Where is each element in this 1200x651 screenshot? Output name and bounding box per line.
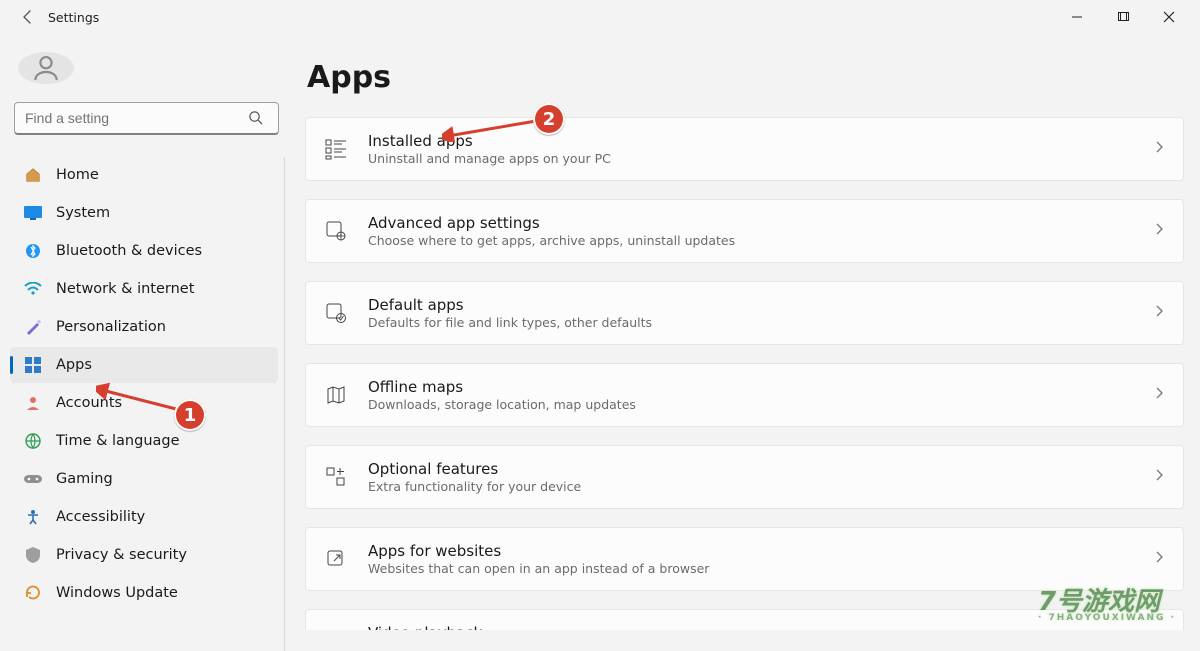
- card-subtitle: Extra functionality for your device: [368, 479, 1153, 494]
- minimize-button[interactable]: [1054, 2, 1100, 32]
- accessibility-icon: [24, 508, 42, 526]
- card-apps-websites[interactable]: Apps for websites Websites that can open…: [305, 527, 1184, 591]
- nav-label: Network & internet: [56, 281, 194, 297]
- wifi-icon: [24, 280, 42, 298]
- card-title: Offline maps: [368, 378, 1153, 396]
- gaming-icon: [24, 470, 42, 488]
- update-icon: [24, 584, 42, 602]
- card-default-apps[interactable]: Default apps Defaults for file and link …: [305, 281, 1184, 345]
- chevron-right-icon: [1153, 141, 1165, 157]
- nav-item-accessibility[interactable]: Accessibility: [10, 499, 278, 535]
- nav-item-gaming[interactable]: Gaming: [10, 461, 278, 497]
- main-content: Apps Installed apps Uninstall and manage…: [295, 34, 1200, 630]
- card-subtitle: Choose where to get apps, archive apps, …: [368, 233, 1153, 248]
- nav-item-bluetooth[interactable]: Bluetooth & devices: [10, 233, 278, 269]
- search-icon: [248, 110, 263, 129]
- card-title: Installed apps: [368, 132, 1153, 150]
- nav-item-home[interactable]: Home: [10, 157, 278, 193]
- close-button[interactable]: [1146, 2, 1192, 32]
- annotation-badge-2: 2: [533, 103, 565, 135]
- nav-label: Accessibility: [56, 509, 145, 525]
- nav-list: Home System Bluetooth & devices Network …: [10, 157, 285, 651]
- app-gear-icon: [322, 217, 350, 245]
- maximize-button[interactable]: [1100, 2, 1146, 32]
- card-title: Default apps: [368, 296, 1153, 314]
- sidebar: Home System Bluetooth & devices Network …: [0, 34, 295, 630]
- card-title: Video playback: [368, 624, 1153, 630]
- search-input[interactable]: [14, 102, 279, 135]
- minimize-icon: [1071, 11, 1083, 23]
- paint-icon: [24, 318, 42, 336]
- open-icon: [322, 545, 350, 573]
- nav-item-system[interactable]: System: [10, 195, 278, 231]
- card-title: Optional features: [368, 460, 1153, 478]
- globe-icon: [24, 432, 42, 450]
- card-advanced-settings[interactable]: Advanced app settings Choose where to ge…: [305, 199, 1184, 263]
- card-title: Advanced app settings: [368, 214, 1153, 232]
- nav-label: Time & language: [56, 433, 180, 449]
- card-installed-apps[interactable]: Installed apps Uninstall and manage apps…: [305, 117, 1184, 181]
- annotation-badge-1: 1: [174, 399, 206, 431]
- back-button[interactable]: [8, 9, 48, 25]
- nav-label: Personalization: [56, 319, 166, 335]
- chevron-right-icon: [1153, 387, 1165, 403]
- apps-icon: [24, 356, 42, 374]
- map-icon: [322, 381, 350, 409]
- card-optional-features[interactable]: Optional features Extra functionality fo…: [305, 445, 1184, 509]
- card-offline-maps[interactable]: Offline maps Downloads, storage location…: [305, 363, 1184, 427]
- nav-item-personalization[interactable]: Personalization: [10, 309, 278, 345]
- maximize-icon: [1117, 11, 1129, 23]
- nav-label: Apps: [56, 357, 92, 373]
- chevron-right-icon: [1153, 551, 1165, 567]
- nav-label: Privacy & security: [56, 547, 187, 563]
- close-icon: [1163, 11, 1175, 23]
- watermark-sub: · 7HAOYOUXIWANG ·: [1038, 614, 1176, 622]
- nav-label: Accounts: [56, 395, 122, 411]
- card-title: Apps for websites: [368, 542, 1153, 560]
- chevron-right-icon: [1153, 223, 1165, 239]
- nav-item-accounts[interactable]: Accounts: [10, 385, 278, 421]
- accounts-icon: [24, 394, 42, 412]
- chevron-right-icon: [1153, 469, 1165, 485]
- title-bar: Settings: [0, 0, 1200, 34]
- nav-label: Bluetooth & devices: [56, 243, 202, 259]
- watermark: 7号游戏网 · 7HAOYOUXIWANG ·: [1038, 591, 1176, 622]
- bluetooth-icon: [24, 242, 42, 260]
- card-subtitle: Uninstall and manage apps on your PC: [368, 151, 1153, 166]
- window-title: Settings: [48, 10, 99, 25]
- nav-item-privacy[interactable]: Privacy & security: [10, 537, 278, 573]
- nav-item-apps[interactable]: Apps: [10, 347, 278, 383]
- list-icon: [322, 135, 350, 163]
- person-icon: [30, 52, 62, 84]
- card-subtitle: Downloads, storage location, map updates: [368, 397, 1153, 412]
- chevron-right-icon: [1153, 305, 1165, 321]
- page-title: Apps: [307, 60, 1184, 95]
- shield-icon: [24, 546, 42, 564]
- system-icon: [24, 204, 42, 222]
- card-subtitle: Websites that can open in an app instead…: [368, 561, 1153, 576]
- nav-label: Windows Update: [56, 585, 178, 601]
- card-subtitle: Defaults for file and link types, other …: [368, 315, 1153, 330]
- arrow-left-icon: [20, 9, 36, 25]
- user-avatar[interactable]: [18, 52, 74, 84]
- default-icon: [322, 299, 350, 327]
- nav-item-time[interactable]: Time & language: [10, 423, 278, 459]
- nav-label: Home: [56, 167, 99, 183]
- home-icon: [24, 166, 42, 184]
- nav-item-network[interactable]: Network & internet: [10, 271, 278, 307]
- add-app-icon: [322, 463, 350, 491]
- nav-label: System: [56, 205, 110, 221]
- nav-item-update[interactable]: Windows Update: [10, 575, 278, 611]
- nav-label: Gaming: [56, 471, 113, 487]
